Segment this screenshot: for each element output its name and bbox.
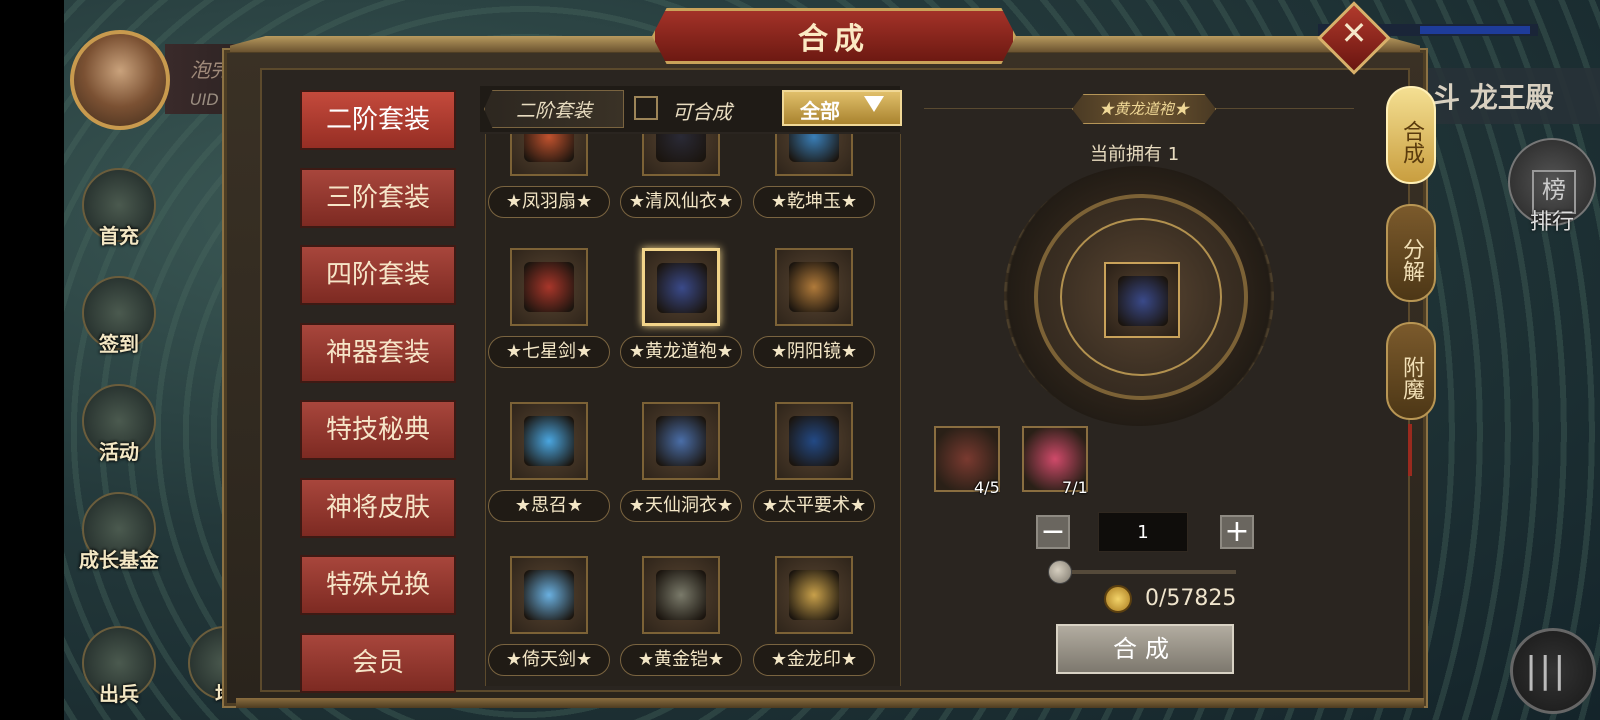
set-name-label: 二阶套装 bbox=[515, 100, 592, 122]
left-menu-label: 签到 bbox=[99, 332, 139, 356]
material-count: 4/5 bbox=[974, 478, 1000, 497]
item-icon bbox=[524, 134, 574, 162]
item-icon bbox=[656, 134, 706, 162]
player-uid: UID bbox=[190, 90, 219, 109]
item-icon bbox=[789, 570, 839, 620]
panel-bottom-frame bbox=[236, 698, 1424, 708]
material-count: 7/1 bbox=[1062, 478, 1088, 497]
menu-icon: ||| bbox=[1525, 650, 1568, 691]
tab-decompose[interactable]: 分解 bbox=[1386, 204, 1436, 302]
item-icon bbox=[789, 416, 839, 466]
quantity-slider-track[interactable] bbox=[1058, 570, 1236, 574]
ranking-label: 排行 bbox=[1529, 210, 1574, 235]
item-label[interactable]: ★黄金铠★ bbox=[620, 644, 742, 676]
item-slot[interactable] bbox=[642, 134, 720, 176]
left-menu-label: 首充 bbox=[99, 224, 139, 248]
left-menu-label: 出兵 bbox=[99, 682, 139, 706]
item-slot[interactable] bbox=[642, 248, 720, 326]
category-tab[interactable]: 神器套装 bbox=[300, 322, 456, 383]
chevron-down-icon bbox=[864, 96, 884, 112]
item-label[interactable]: ★太平要术★ bbox=[753, 490, 875, 522]
category-tab[interactable]: 三阶套装 bbox=[300, 167, 456, 228]
robe-icon bbox=[1118, 276, 1168, 326]
item-label[interactable]: ★阴阳镜★ bbox=[753, 336, 875, 368]
item-icon bbox=[524, 570, 574, 620]
item-label[interactable]: ★七星剑★ bbox=[488, 336, 610, 368]
item-slot[interactable] bbox=[510, 556, 588, 634]
tab-compose[interactable]: 合成 bbox=[1386, 86, 1436, 184]
preview-item-slot[interactable] bbox=[1104, 262, 1180, 338]
hp-bar-fill bbox=[1420, 26, 1530, 34]
coin-icon bbox=[1104, 585, 1132, 613]
item-label[interactable]: ★思召★ bbox=[488, 490, 610, 522]
item-icon bbox=[656, 416, 706, 466]
compose-button[interactable]: 合成 bbox=[1056, 624, 1234, 674]
category-tab[interactable]: 特技秘典 bbox=[300, 400, 456, 460]
cost-text: 0/57825 bbox=[1145, 586, 1237, 611]
composable-label: 可合成 bbox=[672, 100, 732, 124]
category-tab[interactable]: 会员 bbox=[300, 632, 456, 693]
item-slot[interactable] bbox=[775, 556, 853, 634]
item-icon bbox=[524, 262, 574, 312]
item-grid[interactable]: ★凤羽扇★ ★清风仙衣★ ★乾坤玉★ ★七星剑★ ★黄龙道袍★ ★阴阳镜★ ★思召★ ★天仙洞… bbox=[485, 134, 901, 686]
increase-button[interactable]: + bbox=[1220, 515, 1254, 549]
filter-dropdown-value: 全部 bbox=[800, 99, 840, 123]
quantity-input[interactable]: 1 bbox=[1098, 512, 1188, 552]
item-label[interactable]: ★乾坤玉★ bbox=[753, 186, 875, 218]
item-slot[interactable] bbox=[642, 402, 720, 480]
left-menu-label: 成长基金 bbox=[79, 548, 159, 572]
category-tab[interactable]: 特殊兑换 bbox=[300, 555, 456, 615]
item-slot[interactable] bbox=[510, 402, 588, 480]
owned-count: 当前拥有 1 bbox=[1090, 144, 1180, 165]
tab-enchant[interactable]: 附魔 bbox=[1386, 322, 1436, 420]
item-label[interactable]: ★金龙印★ bbox=[753, 644, 875, 676]
composable-checkbox[interactable] bbox=[634, 96, 658, 120]
item-icon bbox=[657, 263, 707, 313]
item-slot[interactable] bbox=[775, 134, 853, 176]
close-icon: ✕ bbox=[1340, 14, 1368, 52]
category-tab[interactable]: 神将皮肤 bbox=[300, 477, 456, 538]
item-icon bbox=[789, 262, 839, 312]
location-title: 斗 龙王殿 bbox=[1432, 81, 1554, 114]
category-tab[interactable]: 二阶套装 bbox=[300, 90, 456, 150]
tassel-decoration bbox=[1408, 424, 1412, 476]
item-label[interactable]: ★倚天剑★ bbox=[488, 644, 610, 676]
left-menu-label: 活动 bbox=[99, 440, 139, 464]
selected-item-name: ★黄龙道袍★ bbox=[1098, 100, 1189, 118]
item-slot[interactable] bbox=[510, 134, 588, 176]
quantity-slider-handle[interactable] bbox=[1048, 560, 1072, 584]
category-tab[interactable]: 四阶套装 bbox=[300, 245, 456, 305]
item-icon bbox=[524, 416, 574, 466]
item-icon bbox=[789, 134, 839, 162]
player-avatar[interactable] bbox=[70, 30, 170, 130]
item-slot[interactable] bbox=[642, 556, 720, 634]
panel-title: 合成 bbox=[798, 22, 870, 57]
item-slot[interactable] bbox=[775, 248, 853, 326]
item-icon bbox=[656, 570, 706, 620]
item-slot[interactable] bbox=[510, 248, 588, 326]
item-slot[interactable] bbox=[775, 402, 853, 480]
item-label[interactable]: ★黄龙道袍★ bbox=[620, 336, 742, 368]
item-label[interactable]: ★天仙洞衣★ bbox=[620, 490, 742, 522]
decrease-button[interactable]: − bbox=[1036, 515, 1070, 549]
item-label[interactable]: ★凤羽扇★ bbox=[488, 186, 610, 218]
item-label[interactable]: ★清风仙衣★ bbox=[620, 186, 742, 218]
